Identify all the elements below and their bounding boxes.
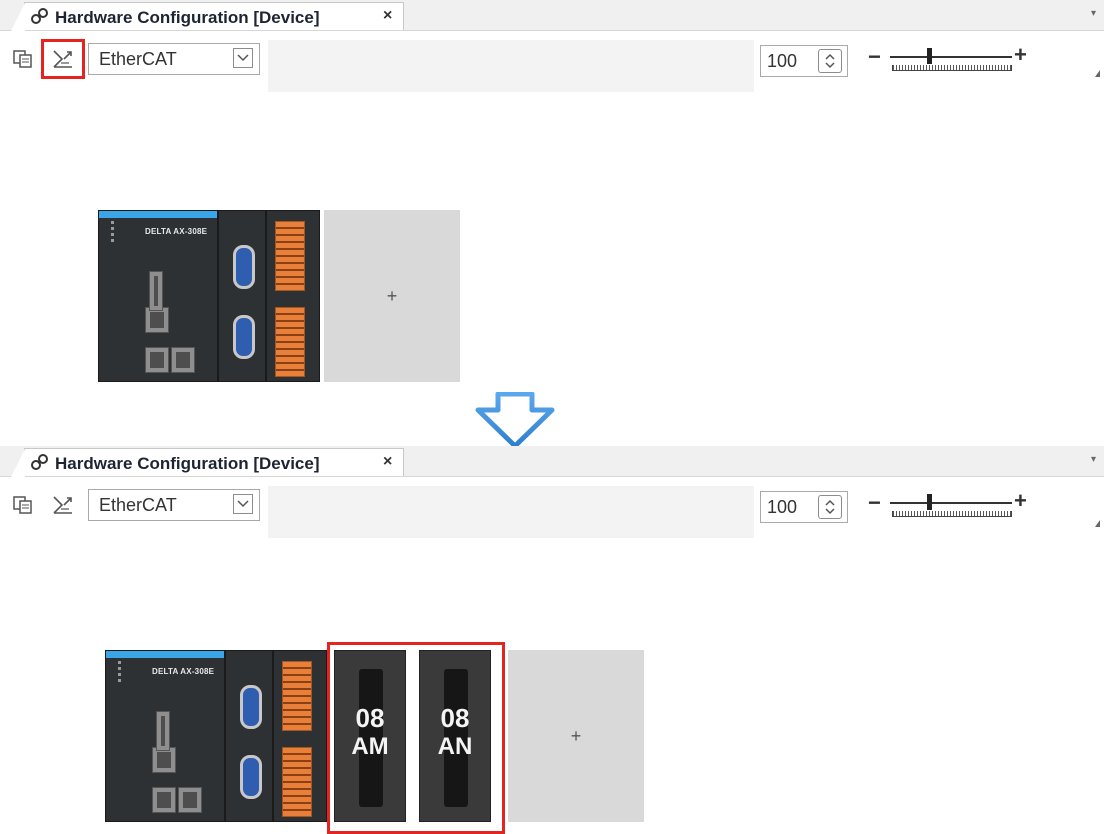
toolbar-spacer (268, 486, 754, 538)
add-module-slot[interactable]: + (508, 650, 644, 822)
ethernet-port (178, 787, 202, 813)
cpu-stripe (106, 651, 224, 658)
terminal-block (282, 661, 312, 731)
toolbar-spacer (268, 40, 754, 92)
serial-port (233, 245, 255, 289)
slider-ticks (892, 65, 1012, 71)
io-module-label-line1: 08 (355, 703, 385, 733)
cpu-module[interactable]: DELTA AX-308E (98, 210, 320, 382)
toolbar: EtherCAT 100 − + (0, 34, 1104, 92)
io-connector (156, 711, 170, 751)
toolbar: EtherCAT 100 − + (0, 480, 1104, 538)
terminal-block (275, 307, 305, 377)
tab-bar: Hardware Configuration [Device] × ▾ (0, 446, 1104, 477)
status-led (118, 673, 121, 676)
status-led (118, 679, 121, 682)
tab-hardware-configuration[interactable]: Hardware Configuration [Device] × (11, 448, 404, 477)
spin-updown-icon[interactable] (818, 495, 842, 519)
terminal-block (282, 747, 312, 817)
slider-ticks (892, 511, 1012, 517)
slider-thumb[interactable] (926, 48, 932, 64)
ethernet-port (145, 347, 169, 373)
status-led (118, 661, 121, 664)
tab-close-button[interactable]: × (383, 453, 392, 471)
cpu-stripe (99, 211, 217, 218)
tab-hardware-configuration[interactable]: Hardware Configuration [Device] × (11, 2, 404, 31)
cpu-divider (217, 211, 219, 381)
serial-port (233, 315, 255, 359)
io-module-label-line1: 08 (440, 703, 470, 733)
network-type-value: EtherCAT (99, 49, 177, 69)
io-module-label-line2: AN (437, 733, 473, 760)
network-type-select[interactable]: EtherCAT (88, 489, 260, 521)
chevron-down-icon[interactable] (233, 48, 253, 68)
terminal-block (275, 221, 305, 291)
tab-bar: Hardware Configuration [Device] × ▾ (0, 0, 1104, 31)
cpu-brand-label: DELTA AX-308E (152, 667, 215, 676)
zoom-slider[interactable]: − + (862, 490, 1037, 524)
cpu-module[interactable]: DELTA AX-308E (105, 650, 327, 822)
serial-port (240, 755, 262, 799)
spin-updown-icon[interactable] (818, 49, 842, 73)
slider-track (890, 56, 1012, 58)
io-module-08an[interactable]: 08 AN (419, 650, 491, 822)
io-module-label-line2: AM (351, 733, 389, 760)
cpu-divider (265, 211, 267, 381)
auto-scan-icon[interactable] (48, 490, 78, 520)
network-config-icon (31, 454, 49, 474)
auto-scan-icon[interactable] (48, 44, 78, 74)
hardware-config-panel-after: Hardware Configuration [Device] × ▾ Ethe… (0, 446, 1104, 834)
zoom-in-button[interactable]: + (1014, 490, 1027, 512)
zoom-slider[interactable]: − + (862, 44, 1037, 78)
slider-thumb[interactable] (926, 494, 932, 510)
network-config-icon (31, 8, 49, 28)
zoom-in-button[interactable]: + (1014, 44, 1027, 66)
ethernet-port (152, 787, 176, 813)
zoom-value: 100 (767, 51, 798, 71)
tab-list-dropdown-icon[interactable]: ▾ (1091, 454, 1096, 465)
down-arrow-icon (474, 391, 556, 449)
zoom-out-button[interactable]: − (868, 46, 881, 68)
status-led (118, 667, 121, 670)
status-led (111, 233, 114, 236)
io-connector (149, 271, 163, 311)
cpu-divider (224, 651, 226, 821)
add-module-slot[interactable]: + (324, 210, 460, 382)
tab-list-dropdown-icon[interactable]: ▾ (1091, 8, 1096, 19)
hardware-config-panel-before: Hardware Configuration [Device] × ▾ Ethe… (0, 0, 1104, 390)
network-type-select[interactable]: EtherCAT (88, 43, 260, 75)
zoom-input[interactable]: 100 (760, 491, 848, 523)
status-led (111, 221, 114, 224)
status-led (111, 227, 114, 230)
zoom-value: 100 (767, 497, 798, 517)
cpu-divider (272, 651, 274, 821)
zoom-input[interactable]: 100 (760, 45, 848, 77)
slider-track (890, 502, 1012, 504)
tab-close-button[interactable]: × (383, 7, 392, 25)
tab-title: Hardware Configuration [Device] (55, 8, 320, 27)
ethernet-port (171, 347, 195, 373)
scroll-corner-icon (1095, 70, 1100, 77)
cpu-brand-label: DELTA AX-308E (145, 227, 208, 236)
io-module-08am[interactable]: 08 AM (334, 650, 406, 822)
status-led (111, 239, 114, 242)
tab-title: Hardware Configuration [Device] (55, 454, 320, 473)
scroll-corner-icon (1095, 520, 1100, 527)
serial-port (240, 685, 262, 729)
module-view-icon[interactable] (8, 490, 38, 520)
module-view-icon[interactable] (8, 44, 38, 74)
zoom-out-button[interactable]: − (868, 492, 881, 514)
chevron-down-icon[interactable] (233, 494, 253, 514)
network-type-value: EtherCAT (99, 495, 177, 515)
